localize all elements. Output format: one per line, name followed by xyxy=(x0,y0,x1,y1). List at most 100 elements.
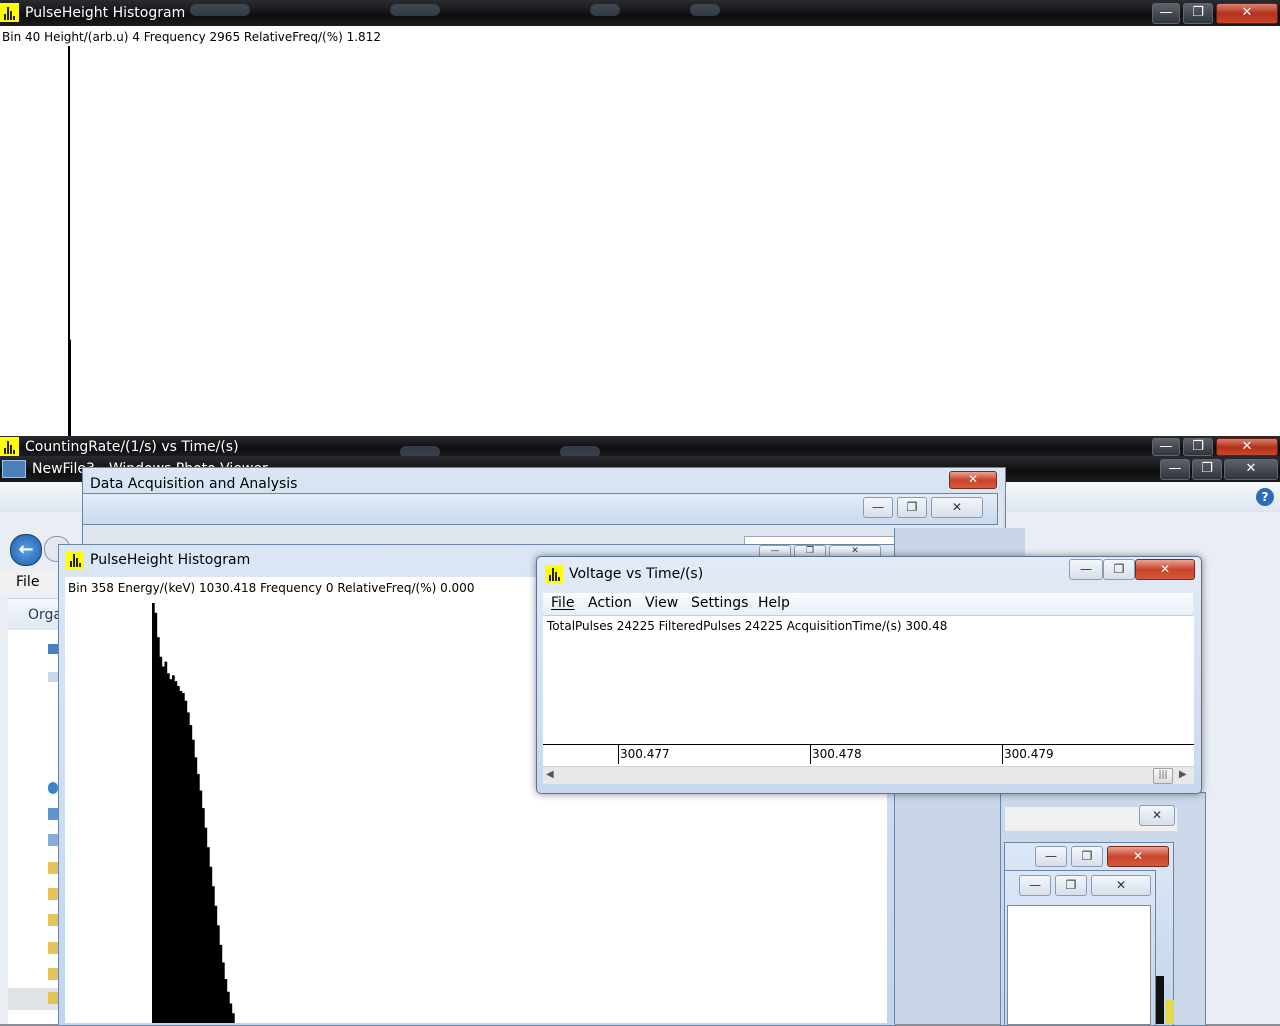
top-histogram-plot xyxy=(68,46,71,436)
histogram-bar xyxy=(192,739,195,1023)
menu-action[interactable]: Action xyxy=(588,595,632,611)
menu-file[interactable]: File xyxy=(16,574,39,590)
scroll-right-icon[interactable]: ▶ xyxy=(1179,769,1187,780)
histogram-bar xyxy=(222,962,225,1023)
right-inner-window: — ❐ ✕ xyxy=(1004,870,1156,1026)
histogram-bar xyxy=(207,847,210,1023)
menu-view[interactable]: View xyxy=(645,595,678,611)
organize-button[interactable]: Orga xyxy=(28,607,62,623)
histogram-bar xyxy=(182,692,185,1023)
histogram-bar xyxy=(227,991,230,1023)
folder-icon xyxy=(48,862,58,874)
histogram-bar xyxy=(172,675,175,1023)
maximize-button[interactable]: ❐ xyxy=(1103,559,1135,580)
computer-icon xyxy=(48,644,58,654)
histogram-bar xyxy=(232,1013,235,1023)
histogram-bar xyxy=(184,700,188,1023)
voltage-window: Voltage vs Time/(s) — ❐ ✕ File Action Vi… xyxy=(536,556,1202,794)
window-title: Voltage vs Time/(s) xyxy=(569,566,704,582)
close-button[interactable]: ✕ xyxy=(1224,459,1278,480)
minimize-button[interactable]: — xyxy=(1160,459,1190,480)
menubar: File Action View Settings Help xyxy=(543,593,1193,616)
close-button[interactable]: ✕ xyxy=(1091,875,1151,896)
maximize-button[interactable]: ❐ xyxy=(1071,846,1103,867)
horizontal-scrollbar[interactable]: ◀ ||| ▶ xyxy=(543,766,1194,784)
histogram-bar-fragment xyxy=(1156,976,1164,1024)
close-button[interactable]: ✕ xyxy=(1107,846,1169,867)
app-histogram-icon xyxy=(0,3,19,22)
drive-icon xyxy=(48,672,58,682)
top-histogram-canvas: Bin 40 Height/(arb.u) 4 Frequency 2965 R… xyxy=(0,26,1280,436)
histogram-bar-fragment xyxy=(1166,1000,1174,1024)
histogram-bar xyxy=(199,790,203,1023)
maximize-button[interactable]: ❐ xyxy=(1055,875,1087,896)
axis-tick-label: 300.477 xyxy=(620,747,670,761)
close-button[interactable]: ✕ xyxy=(1216,438,1278,456)
titlebar-glass-streak xyxy=(690,4,720,16)
maximize-button[interactable]: ❐ xyxy=(897,497,927,518)
menu-help[interactable]: Help xyxy=(758,595,790,611)
minimize-button[interactable]: — xyxy=(1069,559,1103,580)
histogram-bar xyxy=(229,1003,233,1023)
counting-window-titlebar: CountingRate/(1/s) vs Time/(s) — ❐ ✕ xyxy=(0,436,1280,456)
histogram-bar xyxy=(224,979,228,1023)
menu-file[interactable]: File xyxy=(551,595,574,611)
axis-tick-label: 300.478 xyxy=(812,747,862,761)
histogram-bar xyxy=(214,905,218,1023)
minimize-button[interactable]: — xyxy=(1019,875,1051,896)
window-title: CountingRate/(1/s) vs Time/(s) xyxy=(25,439,239,455)
close-button[interactable]: ✕ xyxy=(931,497,983,518)
folder-icon xyxy=(48,968,58,980)
status-readout: TotalPulses 24225 FilteredPulses 24225 A… xyxy=(547,619,948,633)
minimize-button[interactable]: — xyxy=(1152,438,1180,456)
time-axis-line xyxy=(543,744,1194,745)
daq-subwindow-titlebar: — ❐ ✕ xyxy=(82,493,998,525)
scroll-left-icon[interactable]: ◀ xyxy=(546,769,554,780)
explorer-nav-pane xyxy=(8,630,58,1024)
maximize-button[interactable]: ❐ xyxy=(1183,3,1213,24)
menu-settings[interactable]: Settings xyxy=(691,595,748,611)
axis-tick xyxy=(1002,744,1003,764)
close-button[interactable]: ✕ xyxy=(1139,805,1175,826)
maximize-button[interactable]: ❐ xyxy=(1183,438,1213,456)
minimize-button[interactable]: — xyxy=(1152,3,1180,24)
histogram-bar xyxy=(169,679,173,1023)
library-icon xyxy=(48,834,58,846)
window-title: PulseHeight Histogram xyxy=(90,552,251,568)
histogram-bar xyxy=(164,661,168,1023)
titlebar-glass-streak xyxy=(560,446,600,456)
titlebar-glass-streak xyxy=(190,4,250,16)
close-button[interactable]: ✕ xyxy=(949,471,997,489)
axis-tick xyxy=(810,744,811,764)
histogram-bar xyxy=(152,603,155,1023)
histogram-bar xyxy=(177,686,180,1023)
maximize-button[interactable]: ❐ xyxy=(1192,459,1222,480)
scroll-thumb[interactable]: ||| xyxy=(1153,768,1173,784)
voltage-plot-area: TotalPulses 24225 FilteredPulses 24225 A… xyxy=(543,616,1194,766)
close-button[interactable]: ✕ xyxy=(1135,559,1195,580)
axis-tick-label: 300.479 xyxy=(1004,747,1054,761)
histogram-bar xyxy=(217,925,220,1023)
back-arrow-icon[interactable]: ← xyxy=(10,534,42,566)
histogram-bar xyxy=(179,690,183,1023)
network-icon xyxy=(48,808,58,820)
titlebar-glass-streak xyxy=(400,446,440,456)
network-icon xyxy=(48,782,58,794)
folder-icon xyxy=(48,888,58,900)
titlebar-glass-streak xyxy=(390,4,440,16)
histogram-bar xyxy=(162,666,165,1023)
histogram-bar xyxy=(209,866,213,1023)
axis-tick xyxy=(618,744,619,764)
app-histogram-icon xyxy=(0,437,19,456)
close-button[interactable]: ✕ xyxy=(1216,3,1278,24)
minimize-button[interactable]: — xyxy=(863,497,893,518)
histogram-bar xyxy=(212,886,215,1023)
titlebar-glass-streak xyxy=(590,4,620,16)
app-histogram-icon xyxy=(66,551,84,569)
folder-icon xyxy=(48,992,58,1004)
minimize-button[interactable]: — xyxy=(1035,846,1067,867)
histogram-bar xyxy=(194,757,198,1023)
folder-icon xyxy=(48,914,58,926)
help-icon[interactable]: ? xyxy=(1256,488,1274,506)
histogram-bar xyxy=(154,612,158,1023)
